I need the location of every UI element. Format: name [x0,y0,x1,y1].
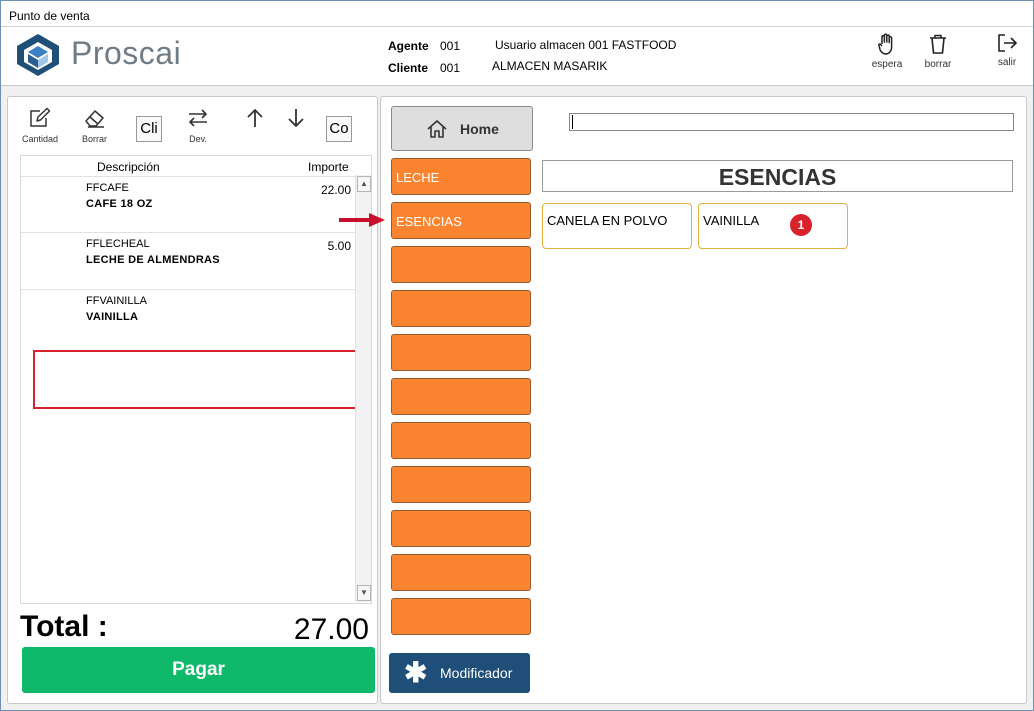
exit-icon [998,34,1017,52]
descripcion-header: Descripción [97,160,160,174]
search-input[interactable] [569,113,1014,131]
item-amount: 5.00 [327,239,351,253]
asterisk-icon: ✱ [404,657,428,688]
move-down-button[interactable] [285,107,307,132]
modificador-button[interactable]: ✱ Modificador [389,653,530,693]
trash-icon [930,34,946,54]
borrar-header-label: borrar [924,59,952,70]
item-code: FFLECHEAL [86,238,150,250]
hand-icon [878,33,893,55]
dev-label: Dev. [189,134,207,144]
home-button[interactable]: Home [391,106,533,151]
category-empty[interactable] [391,510,531,547]
text-cursor [572,115,573,129]
product-canela-en-polvo[interactable]: CANELA EN POLVO [542,203,692,249]
eraser-icon [84,110,104,128]
agente-code: 001 [440,39,461,53]
borrar-label: Borrar [82,134,108,144]
title-bar: Punto de venta [1,1,1033,27]
window-title: Punto de venta [9,9,90,23]
highlight-box [33,350,369,409]
dev-button[interactable]: Dev. [186,107,210,144]
espera-label: espera [871,59,903,70]
vertical-scrollbar[interactable]: ▲ ▼ [355,175,371,602]
cantidad-button[interactable]: Cantidad [22,107,58,144]
total-value: 27.00 [293,613,369,646]
category-empty[interactable] [391,598,531,635]
ticket-grid: Descripción Importe FFCAFE CAFE 18 OZ 22… [20,155,372,604]
category-empty[interactable] [391,378,531,415]
proscai-logo-icon [17,34,59,76]
cliente-label: Cliente [388,61,429,75]
cliente-code: 001 [440,61,461,75]
borrar-button[interactable]: Borrar [82,107,107,144]
cantidad-label: Cantidad [22,134,59,144]
item-name: LECHE DE ALMENDRAS [86,254,220,266]
move-up-button[interactable] [244,107,266,132]
cli-button[interactable]: Cli [136,116,162,142]
pagar-button[interactable]: Pagar [22,647,375,693]
item-code: FFVAINILLA [86,295,147,307]
category-empty[interactable] [391,422,531,459]
salir-label: salir [997,57,1017,68]
item-name: CAFE 18 OZ [86,198,153,210]
swap-arrows-icon [189,109,207,127]
category-empty[interactable] [391,466,531,503]
product-vainilla[interactable]: VAINILLA [698,203,848,249]
item-amount: 22.00 [320,183,351,197]
agente-name: Usuario almacen 001 FASTFOOD [495,38,677,52]
products-panel: Home LECHE ESENCIAS ✱ Modificador ESENCI… [380,96,1027,704]
modificador-label: Modificador [440,665,513,681]
category-empty[interactable] [391,554,531,591]
arrow-up-icon [247,109,263,127]
table-row[interactable]: FFVAINILLA VAINILLA [21,289,355,346]
category-empty[interactable] [391,290,531,327]
category-title: ESENCIAS [542,160,1013,192]
home-label: Home [460,121,499,137]
table-row[interactable]: FFCAFE CAFE 18 OZ 22.00 [21,176,355,233]
co-button[interactable]: Co [326,116,352,142]
scroll-up-icon[interactable]: ▲ [357,176,371,192]
category-empty[interactable] [391,334,531,371]
espera-button[interactable]: espera [867,33,907,79]
header: Proscai Agente 001 Usuario almacen 001 F… [1,27,1033,86]
scroll-down-icon[interactable]: ▼ [357,585,371,601]
importe-header: Importe [308,160,349,174]
home-icon [427,120,447,138]
pointer-arrow-icon [339,213,385,227]
salir-button[interactable]: salir [987,33,1027,79]
category-empty[interactable] [391,246,531,283]
total-label: Total : [20,610,108,643]
item-code: FFCAFE [86,182,129,194]
ticket-panel: Cantidad Borrar Cli Dev. Co Descripción … [7,96,378,704]
annotation-badge: 1 [790,214,812,236]
logo-text: Proscai [71,35,182,71]
pos-window: Punto de venta Proscai Agente 001 Usuari… [0,0,1034,711]
category-leche[interactable]: LECHE [391,158,531,195]
category-esencias[interactable]: ESENCIAS [391,202,531,239]
edit-icon [30,107,51,127]
table-row[interactable]: FFLECHEAL LECHE DE ALMENDRAS 5.00 [21,232,355,289]
cliente-name: ALMACEN MASARIK [492,59,608,73]
item-name: VAINILLA [86,311,139,323]
arrow-down-icon [288,109,304,127]
agente-label: Agente [388,39,429,53]
borrar-header-button[interactable]: borrar [918,33,958,79]
